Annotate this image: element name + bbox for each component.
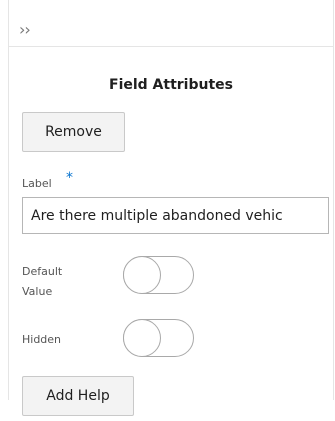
label-input[interactable] — [22, 197, 329, 234]
panel-title: Field Attributes — [109, 77, 233, 93]
header-divider — [8, 46, 334, 47]
toggle-knob — [123, 319, 161, 357]
toggle-knob — [123, 256, 161, 294]
remove-button[interactable]: Remove — [22, 112, 125, 152]
default-value-label: Default Value — [22, 265, 63, 298]
hidden-toggle[interactable] — [123, 319, 194, 357]
label-field-label: Label — [22, 177, 52, 190]
default-value-toggle[interactable] — [123, 256, 194, 294]
double-chevron-right-icon[interactable]: ›› — [19, 20, 31, 39]
required-marker: * — [66, 170, 73, 186]
hidden-label: Hidden — [22, 333, 62, 346]
add-help-button[interactable]: Add Help — [22, 376, 134, 416]
